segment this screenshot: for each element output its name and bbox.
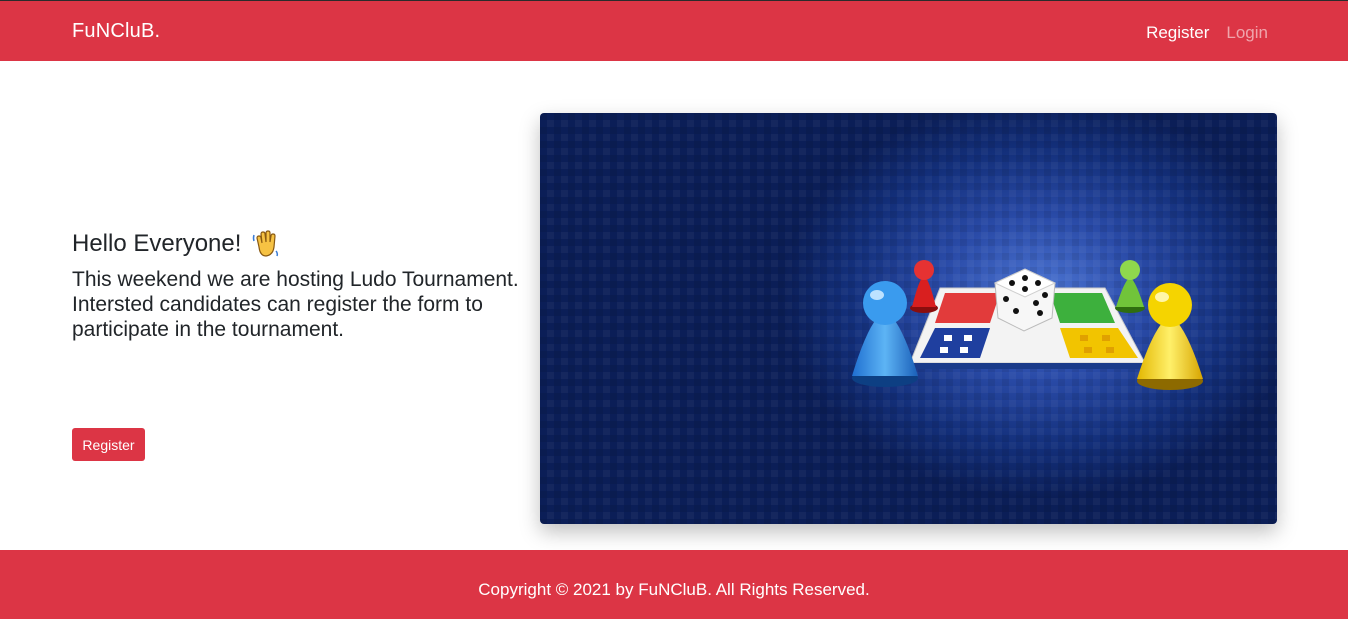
nav-links: Register Login (1146, 23, 1268, 43)
hero-line-2: Intersted candidates can register the fo… (72, 293, 483, 341)
register-button[interactable]: Register (72, 428, 145, 461)
waving-hand-icon (251, 229, 281, 259)
hero-greeting: Hello Everyone! (72, 229, 522, 259)
brand-logo[interactable]: FuNCluB. (72, 20, 160, 43)
footer: Copyright © 2021 by FuNCluB. All Rights … (0, 550, 1348, 619)
greeting-text: Hello Everyone! (72, 230, 242, 257)
nav-register-link[interactable]: Register (1146, 23, 1209, 43)
nav-login-link[interactable]: Login (1226, 23, 1268, 43)
footer-copyright: Copyright © 2021 by FuNCluB. All Rights … (478, 580, 870, 599)
navbar: FuNCluB. Register Login (0, 0, 1348, 61)
hero-text: Hello Everyone! This weekend we are host… (72, 229, 522, 342)
hero-line-1: This weekend we are hosting Ludo Tournam… (72, 268, 519, 291)
ludo-board-illustration (540, 113, 1277, 524)
